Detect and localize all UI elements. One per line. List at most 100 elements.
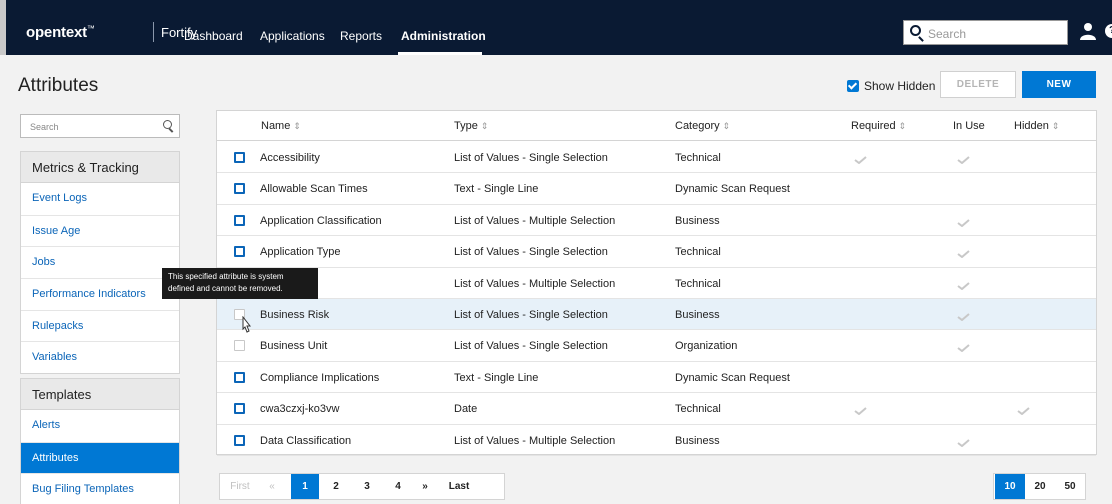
table-header: Name ⇕ Type ⇕ Category ⇕ Required ⇕ In Use H… bbox=[217, 111, 1096, 141]
table-row[interactable]: Business Risk List of Values - Single Sel… bbox=[217, 299, 1096, 331]
cell-type: List of Values - Multiple Selection bbox=[454, 214, 616, 227]
sidebar-item-event-logs[interactable]: Event Logs bbox=[21, 183, 179, 215]
pagination: First « 1 2 3 4 » Last bbox=[219, 473, 505, 500]
search-icon bbox=[910, 25, 921, 36]
cell-name[interactable]: Compliance Implications bbox=[260, 372, 379, 384]
row-select-checkbox[interactable] bbox=[234, 183, 245, 195]
mouse-cursor-icon bbox=[242, 316, 252, 333]
sort-icon: ⇕ bbox=[480, 121, 489, 131]
table-row[interactable]: Business Unit List of Values - Single Sel… bbox=[217, 330, 1096, 362]
page-button[interactable]: 3 bbox=[353, 474, 381, 499]
column-header-required[interactable]: Required ⇕ bbox=[851, 120, 906, 132]
first-page-button[interactable]: First bbox=[224, 474, 256, 499]
column-header-category[interactable]: Category ⇕ bbox=[675, 120, 730, 132]
in-use-check-icon bbox=[957, 216, 970, 228]
show-hidden-checkbox[interactable]: Show Hidden bbox=[847, 79, 935, 93]
in-use-check-icon bbox=[957, 341, 970, 353]
new-button[interactable]: NEW bbox=[1022, 71, 1096, 98]
global-search-input[interactable]: Search bbox=[903, 20, 1068, 45]
sidebar-group-title[interactable]: Metrics & Tracking bbox=[21, 152, 179, 183]
cell-type: List of Values - Single Selection bbox=[454, 152, 608, 164]
brand-divider bbox=[153, 22, 154, 42]
sidebar-item-bug-filing-templates[interactable]: Bug Filing Templates bbox=[21, 473, 179, 504]
nav-applications[interactable]: Applications bbox=[260, 29, 325, 43]
cell-name[interactable]: cwa3czxj-ko3vw bbox=[260, 403, 339, 415]
required-check-icon bbox=[854, 153, 867, 165]
table-row[interactable]: Accessibility List of Values - Single Sel… bbox=[217, 142, 1096, 174]
page-button[interactable]: 1 bbox=[291, 474, 319, 499]
row-select-checkbox[interactable] bbox=[234, 403, 245, 415]
sidebar-item-variables[interactable]: Variables bbox=[21, 341, 179, 373]
sort-icon: ⇕ bbox=[722, 121, 731, 131]
tooltip-line: defined and cannot be removed. bbox=[168, 284, 283, 293]
cell-name[interactable]: Accessibility bbox=[260, 152, 320, 164]
sort-icon: ⇕ bbox=[898, 121, 907, 131]
sidebar-item-performance-indicators[interactable]: Performance Indicators bbox=[21, 278, 179, 310]
cell-type: Text - Single Line bbox=[454, 183, 539, 196]
help-icon[interactable]: ? bbox=[1105, 24, 1112, 38]
cell-name[interactable]: Application Type bbox=[260, 246, 341, 258]
user-icon[interactable] bbox=[1079, 22, 1097, 40]
column-header-type[interactable]: Type ⇕ bbox=[454, 120, 488, 132]
sidebar-group-metrics: Metrics & Tracking Event Logs Issue Age … bbox=[20, 151, 180, 375]
cell-type: Text - Single Line bbox=[454, 371, 539, 384]
cell-name[interactable]: Business Risk bbox=[260, 309, 329, 321]
sidebar-item-attributes[interactable]: Attributes bbox=[21, 441, 179, 474]
table-row[interactable]: Compliance Implications Text - Single Lin… bbox=[217, 362, 1096, 394]
sidebar-item-rulepacks[interactable]: Rulepacks bbox=[21, 309, 179, 342]
cell-category: Technical bbox=[675, 246, 721, 259]
checkbox-checked-icon[interactable] bbox=[847, 80, 859, 92]
in-use-check-icon bbox=[957, 436, 970, 447]
prev-page-button[interactable]: « bbox=[262, 474, 282, 499]
table-row[interactable]: Application Type List of Values - Single … bbox=[217, 236, 1096, 268]
last-page-button[interactable]: Last bbox=[442, 474, 476, 499]
cell-name[interactable]: Allowable Scan Times bbox=[260, 183, 368, 195]
active-nav-indicator bbox=[398, 52, 482, 55]
in-use-check-icon bbox=[957, 247, 970, 259]
table-row[interactable]: Data Classification List of Values - Mult… bbox=[217, 425, 1096, 456]
page-button[interactable]: 4 bbox=[384, 474, 412, 499]
cell-category: Technical bbox=[675, 277, 721, 290]
row-select-checkbox[interactable] bbox=[234, 246, 245, 258]
sort-icon: ⇕ bbox=[293, 121, 301, 131]
page-size-option[interactable]: 20 bbox=[1025, 474, 1055, 499]
next-page-button[interactable]: » bbox=[415, 474, 435, 499]
cell-type: Date bbox=[454, 403, 478, 416]
column-header-name[interactable]: Name ⇕ bbox=[261, 120, 301, 132]
page-size-option[interactable]: 10 bbox=[995, 474, 1025, 499]
cell-type: List of Values - Multiple Selection bbox=[454, 434, 616, 447]
page-button[interactable]: 2 bbox=[322, 474, 350, 499]
table-row[interactable]: ion SystemList of Values - Multiple Sele… bbox=[217, 268, 1096, 299]
tooltip-line: This specified attribute is system bbox=[168, 272, 284, 281]
sidebar-item-jobs[interactable]: Jobs bbox=[21, 246, 179, 278]
cell-name[interactable]: Data Classification bbox=[260, 435, 351, 447]
sidebar-item-alerts[interactable]: Alerts bbox=[21, 410, 179, 442]
required-check-icon bbox=[854, 404, 867, 416]
row-select-checkbox[interactable] bbox=[234, 434, 245, 446]
cell-category: Business bbox=[675, 434, 720, 447]
column-header-hidden[interactable]: Hidden ⇕ bbox=[1014, 120, 1059, 132]
sidebar-group-title[interactable]: Templates bbox=[21, 379, 179, 410]
row-select-checkbox[interactable] bbox=[234, 214, 245, 226]
table-row[interactable]: cwa3czxj-ko3vw Date Technical bbox=[217, 393, 1096, 425]
page-size-option[interactable]: 50 bbox=[1055, 474, 1085, 499]
nav-reports[interactable]: Reports bbox=[340, 29, 382, 43]
sidebar-search-input[interactable]: Search bbox=[20, 114, 180, 138]
cell-category: Technical bbox=[675, 152, 721, 164]
sidebar-search-placeholder: Search bbox=[30, 122, 59, 132]
page-size-selector: 10 20 50 bbox=[993, 473, 1086, 500]
opentext-logo[interactable]: opentext™ bbox=[26, 24, 95, 41]
delete-button[interactable]: DELETE bbox=[940, 71, 1016, 98]
cell-name[interactable]: Application Classification bbox=[260, 215, 382, 227]
table-row[interactable]: Application Classification List of Values… bbox=[217, 205, 1096, 237]
nav-administration[interactable]: Administration bbox=[401, 29, 486, 43]
row-select-checkbox[interactable] bbox=[234, 340, 245, 352]
top-navigation-bar: opentext™ Fortify Dashboard Applications… bbox=[0, 0, 1112, 55]
sidebar-item-issue-age[interactable]: Issue Age bbox=[21, 214, 179, 247]
attributes-table: Name ⇕ Type ⇕ Category ⇕ Required ⇕ In Use H… bbox=[216, 110, 1097, 456]
row-select-checkbox[interactable] bbox=[234, 152, 245, 163]
cell-name[interactable]: Business Unit bbox=[260, 340, 327, 352]
nav-dashboard[interactable]: Dashboard bbox=[184, 29, 243, 43]
row-select-checkbox[interactable] bbox=[234, 371, 245, 383]
table-row[interactable]: Allowable Scan Times Text - Single Line Dy… bbox=[217, 173, 1096, 205]
